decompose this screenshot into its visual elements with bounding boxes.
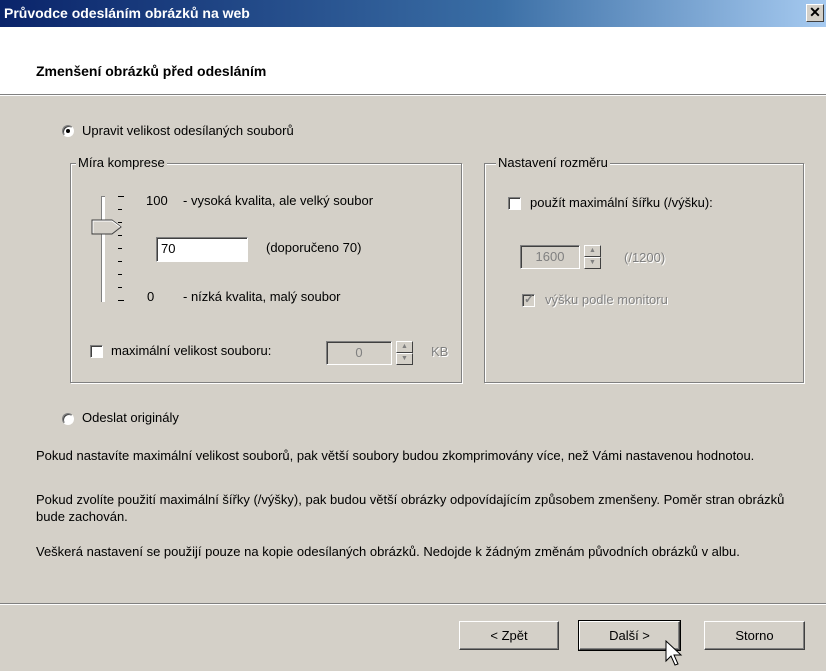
quality-low-desc: - nízká kvalita, malý soubor	[183, 289, 341, 304]
width-spinner[interactable]: ▲ ▼	[584, 245, 601, 270]
max-size-unit: KB	[431, 344, 449, 359]
width-input[interactable]: 1600	[520, 245, 580, 269]
radio-selected-dot	[66, 129, 70, 133]
info-paragraph-1: Pokud nastavíte maximální velikost soubo…	[36, 448, 755, 463]
header-divider	[0, 94, 826, 96]
dimensions-legend: Nastavení rozměru	[496, 155, 610, 170]
spin-down-icon[interactable]: ▼	[396, 353, 413, 365]
cancel-button[interactable]: Storno	[704, 621, 805, 650]
page-title: Zmenšení obrázků před odesláním	[36, 63, 267, 79]
info-paragraph-3: Veškerá nastavení se použijí pouze na ko…	[36, 544, 740, 559]
radio-original[interactable]	[62, 413, 74, 425]
quality-recommended: (doporučeno 70)	[266, 240, 362, 255]
radio-resize-label[interactable]: Upravit velikost odesílaných souborů	[82, 123, 294, 138]
quality-input[interactable]: 70	[156, 237, 248, 262]
back-button[interactable]: < Zpět	[459, 621, 559, 650]
max-size-input[interactable]: 0	[326, 341, 392, 365]
spin-up-icon[interactable]: ▲	[396, 341, 413, 353]
monitor-label[interactable]: výšku podle monitoru	[545, 292, 668, 307]
max-size-label[interactable]: maximální velikost souboru:	[111, 343, 271, 358]
radio-original-label[interactable]: Odeslat originály	[82, 410, 179, 425]
height-value: (/1200)	[624, 250, 666, 265]
compression-legend: Míra komprese	[76, 155, 167, 170]
max-size-spinner[interactable]: ▲ ▼	[396, 341, 413, 366]
spin-down-icon[interactable]: ▼	[584, 257, 601, 269]
max-width-label[interactable]: použít maximální šířku (/výšku):	[530, 195, 713, 210]
wizard-header	[0, 27, 826, 94]
close-icon: ✕	[809, 4, 821, 20]
info-paragraph-2: Pokud zvolíte použití maximální šířky (/…	[36, 492, 785, 524]
quality-low-value: 0	[147, 289, 155, 304]
max-size-checkbox[interactable]	[90, 345, 103, 358]
slider-ticks	[118, 196, 124, 304]
footer-divider	[0, 603, 826, 605]
quality-slider-track[interactable]	[101, 196, 105, 302]
quality-slider-thumb[interactable]	[91, 219, 123, 235]
quality-high-value: 100	[146, 193, 168, 208]
mouse-cursor-icon	[665, 640, 683, 666]
checkmark-icon: ✓	[524, 292, 535, 306]
close-button[interactable]: ✕	[806, 4, 824, 22]
max-width-checkbox[interactable]	[508, 197, 521, 210]
radio-resize[interactable]	[62, 125, 74, 137]
monitor-checkbox[interactable]: ✓	[522, 292, 535, 307]
quality-high-desc: - vysoká kvalita, ale velký soubor	[183, 193, 374, 208]
spin-up-icon[interactable]: ▲	[584, 245, 601, 257]
window-title: Průvodce odesláním obrázků na web	[4, 5, 250, 21]
